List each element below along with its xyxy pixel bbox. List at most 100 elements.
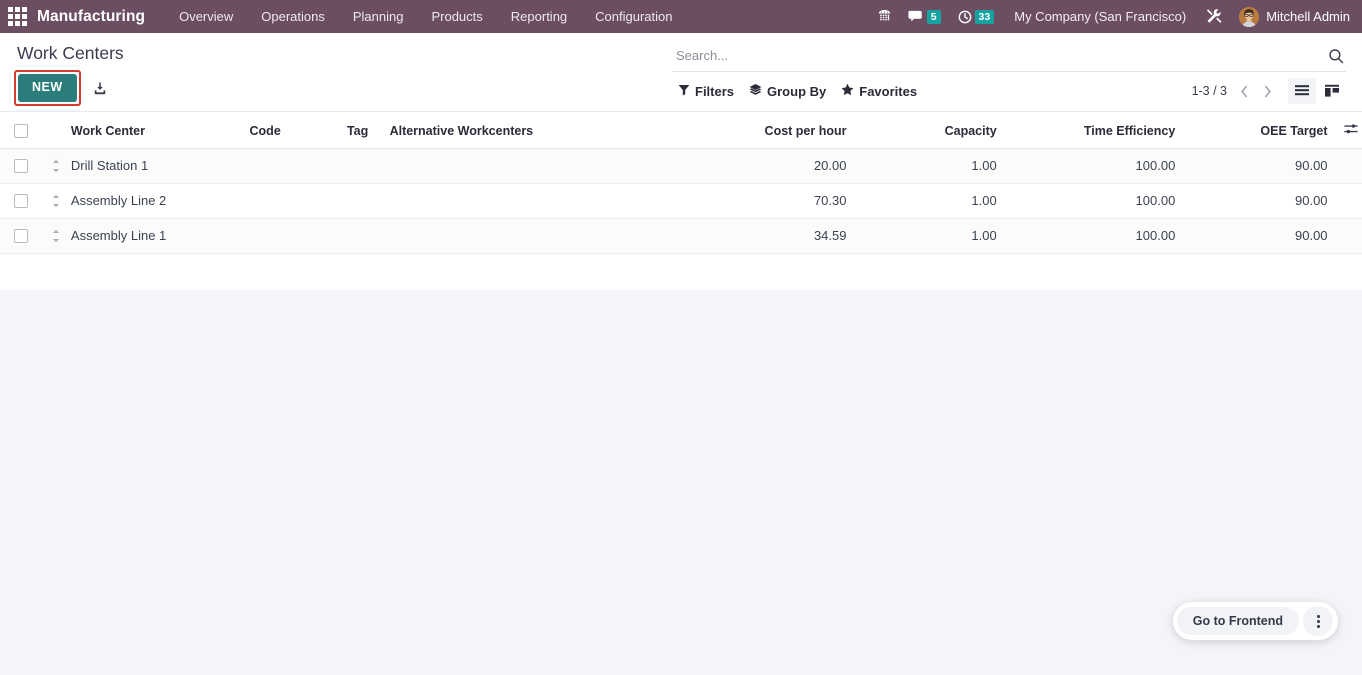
column-header-oee-target[interactable]: OEE Target	[1183, 112, 1336, 149]
user-name: Mitchell Admin	[1266, 9, 1350, 24]
select-all-checkbox[interactable]	[14, 123, 28, 138]
pager-next-button[interactable]	[1256, 79, 1278, 103]
table-row[interactable]: Assembly Line 2 70.30 1.00 100.00 90.00	[0, 183, 1362, 219]
cell-code	[241, 218, 339, 254]
filters-button[interactable]: Filters	[672, 80, 743, 103]
page-background	[0, 290, 1362, 675]
messages-badge: 5	[926, 9, 941, 24]
row-checkbox[interactable]	[14, 229, 28, 243]
top-navbar: Manufacturing Overview Operations Planni…	[0, 0, 1362, 33]
cell-oee-target: 90.00	[1183, 148, 1336, 184]
control-panel-right: Filters Group By	[660, 33, 1362, 111]
cell-tag	[338, 148, 382, 184]
filters-label: Filters	[695, 83, 735, 99]
menu-item-overview[interactable]: Overview	[165, 3, 247, 30]
favorites-label: Favorites	[859, 83, 918, 99]
messages-button[interactable]: 5	[900, 0, 949, 33]
row-checkbox[interactable]	[14, 159, 28, 173]
select-all-cell	[0, 112, 41, 149]
pager: 1-3 / 3	[1187, 79, 1278, 103]
cell-work-center: Drill Station 1	[62, 148, 242, 184]
menu-item-reporting[interactable]: Reporting	[497, 3, 581, 30]
work-centers-table: Work Center Code Tag Alternative Workcen…	[0, 112, 1362, 254]
group-by-button[interactable]: Group By	[743, 79, 835, 103]
column-header-alternative-workcenters[interactable]: Alternative Workcenters	[381, 112, 705, 149]
import-download-icon[interactable]	[87, 75, 113, 101]
row-select-cell	[0, 218, 41, 254]
layers-icon	[749, 83, 762, 99]
action-buttons: NEW	[14, 68, 660, 108]
handle-header	[40, 112, 63, 149]
column-header-code[interactable]: Code	[241, 112, 339, 149]
cell-code	[241, 183, 339, 219]
group-by-label: Group By	[767, 83, 827, 99]
cell-oee-target: 90.00	[1183, 218, 1336, 254]
row-options-cell	[1335, 183, 1362, 219]
menu-item-products[interactable]: Products	[417, 3, 496, 30]
cell-time-efficiency: 100.00	[1004, 183, 1184, 219]
cell-capacity: 1.00	[854, 183, 1005, 219]
systray: 5 33 My Company (San Francisco) Mitchell…	[869, 0, 1354, 33]
main-menu: Overview Operations Planning Products Re…	[165, 3, 686, 30]
frontend-widget: Go to Frontend	[1172, 602, 1338, 640]
column-header-work-center[interactable]: Work Center	[62, 112, 242, 149]
list-view-container: Work Center Code Tag Alternative Workcen…	[0, 112, 1362, 290]
filter-funnel-icon	[678, 84, 690, 99]
cell-work-center: Assembly Line 2	[62, 183, 242, 219]
list-view-icon[interactable]	[1288, 78, 1316, 104]
row-checkbox[interactable]	[14, 194, 28, 208]
cell-time-efficiency: 100.00	[1004, 148, 1184, 184]
favorites-button[interactable]: Favorites	[835, 79, 926, 103]
kanban-view-icon[interactable]	[1318, 78, 1346, 104]
table-bottom-filler	[0, 254, 1362, 290]
cell-alternative-workcenters	[381, 218, 705, 254]
cell-time-efficiency: 100.00	[1004, 218, 1184, 254]
search-bar	[672, 40, 1346, 72]
column-options-cell	[1335, 112, 1362, 149]
cell-oee-target: 90.00	[1183, 183, 1336, 219]
view-switcher	[1288, 78, 1346, 104]
row-drag-cell	[40, 183, 63, 219]
search-facets-row: Filters Group By Favorites 1-3 / 3	[672, 72, 1346, 111]
drag-handle-icon[interactable]	[49, 194, 63, 208]
column-header-tag[interactable]: Tag	[338, 112, 382, 149]
row-options-cell	[1335, 148, 1362, 184]
column-header-cost-per-hour[interactable]: Cost per hour	[704, 112, 855, 149]
star-icon	[841, 83, 854, 99]
company-switcher[interactable]: My Company (San Francisco)	[1002, 9, 1198, 24]
tools-icon[interactable]	[1198, 0, 1231, 33]
column-options-icon[interactable]	[1343, 122, 1358, 136]
drag-handle-icon[interactable]	[49, 229, 63, 243]
control-panel-left: Work Centers NEW	[0, 33, 660, 108]
go-to-frontend-button[interactable]: Go to Frontend	[1176, 607, 1299, 635]
more-vertical-icon[interactable]	[1303, 606, 1333, 636]
cell-tag	[338, 183, 382, 219]
cell-cost-per-hour: 34.59	[704, 218, 855, 254]
app-brand-title[interactable]: Manufacturing	[37, 8, 145, 26]
table-body: Drill Station 1 20.00 1.00 100.00 90.00	[0, 148, 1362, 254]
new-button[interactable]: NEW	[18, 74, 77, 102]
table-row[interactable]: Drill Station 1 20.00 1.00 100.00 90.00	[0, 148, 1362, 184]
row-select-cell	[0, 148, 41, 184]
table-row[interactable]: Assembly Line 1 34.59 1.00 100.00 90.00	[0, 218, 1362, 254]
avatar	[1239, 6, 1260, 27]
odoo-app-window: Manufacturing Overview Operations Planni…	[0, 0, 1362, 675]
drag-handle-icon[interactable]	[49, 159, 63, 173]
activities-button[interactable]: 33	[949, 0, 1003, 33]
page-title: Work Centers	[17, 43, 124, 63]
user-menu[interactable]: Mitchell Admin	[1231, 0, 1354, 33]
search-input[interactable]	[674, 48, 1322, 64]
pager-previous-button[interactable]	[1233, 79, 1255, 103]
search-icon[interactable]	[1322, 48, 1344, 64]
apps-menu-icon[interactable]	[6, 6, 28, 28]
row-drag-cell	[40, 148, 63, 184]
phone-dialpad-icon[interactable]	[869, 0, 900, 33]
cell-cost-per-hour: 20.00	[704, 148, 855, 184]
menu-item-planning[interactable]: Planning	[339, 3, 418, 30]
cell-alternative-workcenters	[381, 183, 705, 219]
pager-range[interactable]: 1-3 / 3	[1187, 82, 1232, 100]
menu-item-configuration[interactable]: Configuration	[581, 3, 686, 30]
menu-item-operations[interactable]: Operations	[247, 3, 339, 30]
column-header-capacity[interactable]: Capacity	[854, 112, 1005, 149]
column-header-time-efficiency[interactable]: Time Efficiency	[1004, 112, 1184, 149]
